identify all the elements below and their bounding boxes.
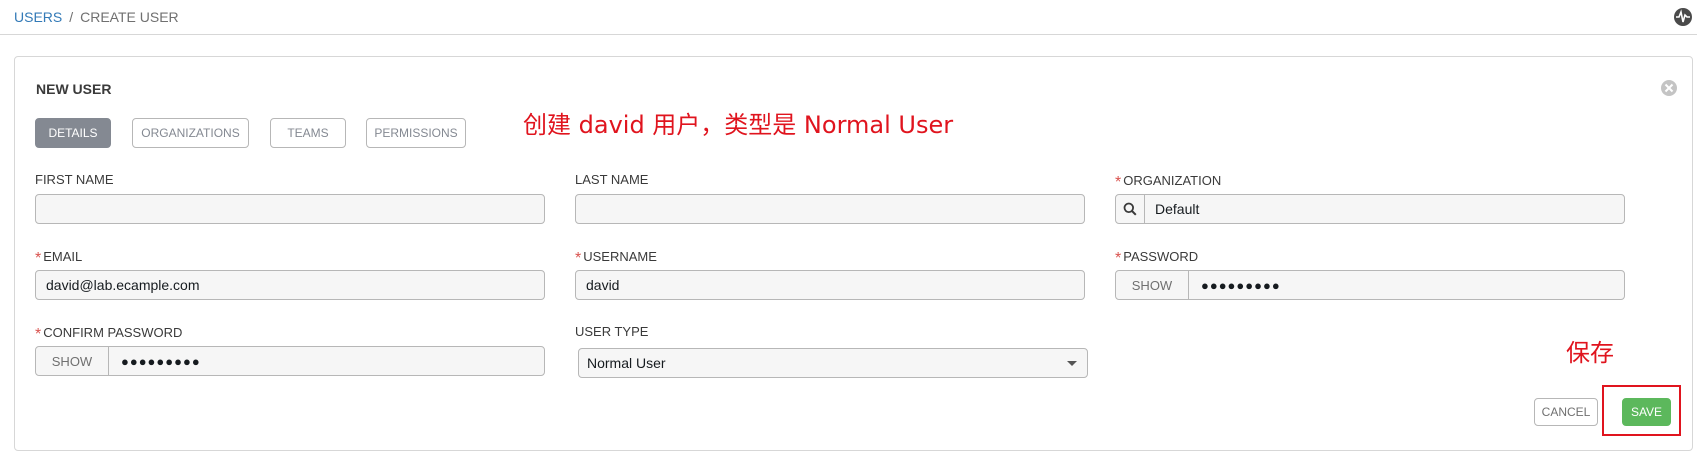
activity-icon bbox=[1674, 8, 1692, 26]
password-label: * PASSWORD bbox=[1115, 249, 1199, 267]
required-marker: * bbox=[35, 326, 42, 343]
first-name-field[interactable] bbox=[35, 194, 545, 224]
confirm-password-label: * CONFIRM PASSWORD bbox=[35, 325, 183, 343]
chevron-down-icon bbox=[1067, 360, 1077, 366]
password-field[interactable]: SHOW ●●●●●●●●● bbox=[1115, 270, 1625, 300]
last-name-label: LAST NAME bbox=[575, 172, 649, 187]
breadcrumb-current: CREATE USER bbox=[80, 9, 179, 25]
cancel-button[interactable]: CANCEL bbox=[1534, 398, 1598, 426]
password-masked-value: ●●●●●●●●● bbox=[1201, 277, 1281, 293]
organization-field[interactable]: Default bbox=[1115, 194, 1625, 224]
user-type-value: Normal User bbox=[587, 355, 666, 371]
annotation-note: 创建 david 用户，类型是 Normal User bbox=[523, 111, 954, 139]
required-marker: * bbox=[35, 250, 42, 267]
user-type-label: USER TYPE bbox=[575, 324, 649, 339]
email-label: * EMAIL bbox=[35, 249, 83, 267]
close-button[interactable] bbox=[1660, 79, 1678, 97]
tab-details[interactable]: DETAILS bbox=[35, 118, 111, 148]
required-marker: * bbox=[1115, 174, 1122, 191]
username-label: * USERNAME bbox=[575, 249, 657, 267]
tab-organizations[interactable]: ORGANIZATIONS bbox=[132, 118, 249, 148]
username-field[interactable]: david bbox=[575, 270, 1085, 300]
first-name-label: FIRST NAME bbox=[35, 172, 114, 187]
search-icon bbox=[1123, 202, 1137, 216]
tab-permissions[interactable]: PERMISSIONS bbox=[366, 118, 466, 148]
password-show-button[interactable]: SHOW bbox=[1116, 271, 1189, 299]
user-type-select[interactable]: Normal User bbox=[578, 348, 1088, 378]
organization-search-button[interactable] bbox=[1116, 195, 1145, 223]
tab-teams[interactable]: TEAMS bbox=[270, 118, 346, 148]
annotation-save-highlight bbox=[1602, 385, 1681, 436]
activity-stream-button[interactable] bbox=[1673, 7, 1693, 27]
last-name-field[interactable] bbox=[575, 194, 1085, 224]
organization-value: Default bbox=[1155, 201, 1200, 217]
confirm-password-show-button[interactable]: SHOW bbox=[36, 347, 109, 375]
top-bar: USERS / CREATE USER bbox=[0, 0, 1697, 35]
required-marker: * bbox=[575, 250, 582, 267]
breadcrumb: USERS / CREATE USER bbox=[14, 9, 179, 25]
confirm-password-field[interactable]: SHOW ●●●●●●●●● bbox=[35, 346, 545, 376]
required-marker: * bbox=[1115, 250, 1122, 267]
username-value: david bbox=[586, 277, 620, 293]
breadcrumb-separator: / bbox=[69, 9, 74, 25]
confirm-password-masked-value: ●●●●●●●●● bbox=[121, 353, 201, 369]
breadcrumb-users-link[interactable]: USERS bbox=[14, 9, 62, 25]
panel-title: NEW USER bbox=[36, 81, 112, 97]
organization-label: * ORGANIZATION bbox=[1115, 173, 1222, 191]
email-field[interactable]: david@lab.ecample.com bbox=[35, 270, 545, 300]
email-value: david@lab.ecample.com bbox=[46, 277, 200, 293]
annotation-save-note: 保存 bbox=[1566, 339, 1614, 367]
close-icon bbox=[1661, 80, 1677, 96]
